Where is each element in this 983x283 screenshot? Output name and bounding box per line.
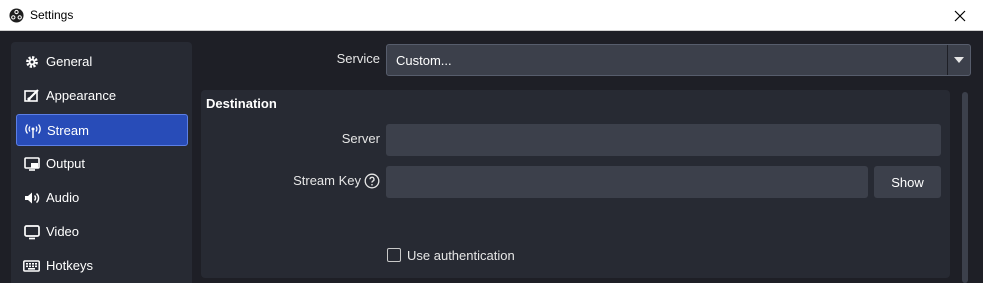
- sidebar-item-label: Stream: [47, 123, 89, 138]
- sidebar-item-label: Appearance: [46, 88, 117, 103]
- destination-title: Destination: [206, 96, 277, 111]
- sidebar-item-hotkeys[interactable]: Hotkeys: [16, 250, 188, 282]
- server-label: Server: [341, 131, 380, 146]
- sidebar-item-stream[interactable]: Stream: [16, 114, 188, 146]
- select-divider: [947, 45, 948, 75]
- server-input[interactable]: [386, 124, 941, 156]
- title-bar: Settings: [0, 0, 983, 31]
- sidebar-item-appearance[interactable]: Appearance: [16, 80, 188, 112]
- monitor-icon: [23, 223, 40, 240]
- sidebar-item-label: General: [46, 54, 93, 69]
- service-select[interactable]: Custom...: [386, 44, 971, 76]
- sidebar-item-audio[interactable]: Audio: [16, 182, 188, 214]
- sidebar-item-label: Output: [46, 156, 86, 171]
- sidebar-item-label: Audio: [46, 190, 80, 205]
- help-icon[interactable]: [364, 173, 380, 189]
- stream-key-label: Stream Key: [293, 173, 361, 188]
- use-authentication-checkbox[interactable]: [387, 248, 401, 262]
- show-button[interactable]: Show: [874, 166, 941, 198]
- sidebar-item-general[interactable]: General: [16, 46, 188, 78]
- sidebar-item-label: Hotkeys: [46, 258, 93, 273]
- stream-key-input[interactable]: [386, 166, 868, 198]
- brush-icon: [23, 87, 40, 104]
- keyboard-icon: [23, 257, 40, 274]
- output-icon: [23, 155, 40, 172]
- service-label: Service: [336, 51, 380, 66]
- speaker-icon: [23, 189, 40, 206]
- service-value: Custom...: [396, 53, 452, 68]
- settings-sidebar: General Appearance Stream Output Audio V…: [11, 42, 192, 283]
- scrollbar-thumb[interactable]: [962, 92, 968, 283]
- broadcast-icon: [24, 122, 41, 139]
- sidebar-item-label: Video: [46, 224, 80, 239]
- use-authentication-label[interactable]: Use authentication: [407, 248, 515, 263]
- chevron-down-icon[interactable]: [954, 57, 964, 63]
- sidebar-item-output[interactable]: Output: [16, 148, 188, 180]
- obs-logo-icon: [9, 8, 24, 23]
- gear-icon: [23, 53, 40, 70]
- sidebar-item-video[interactable]: Video: [16, 216, 188, 248]
- window-title: Settings: [30, 8, 74, 22]
- close-icon: [954, 10, 966, 21]
- close-button[interactable]: [937, 0, 983, 31]
